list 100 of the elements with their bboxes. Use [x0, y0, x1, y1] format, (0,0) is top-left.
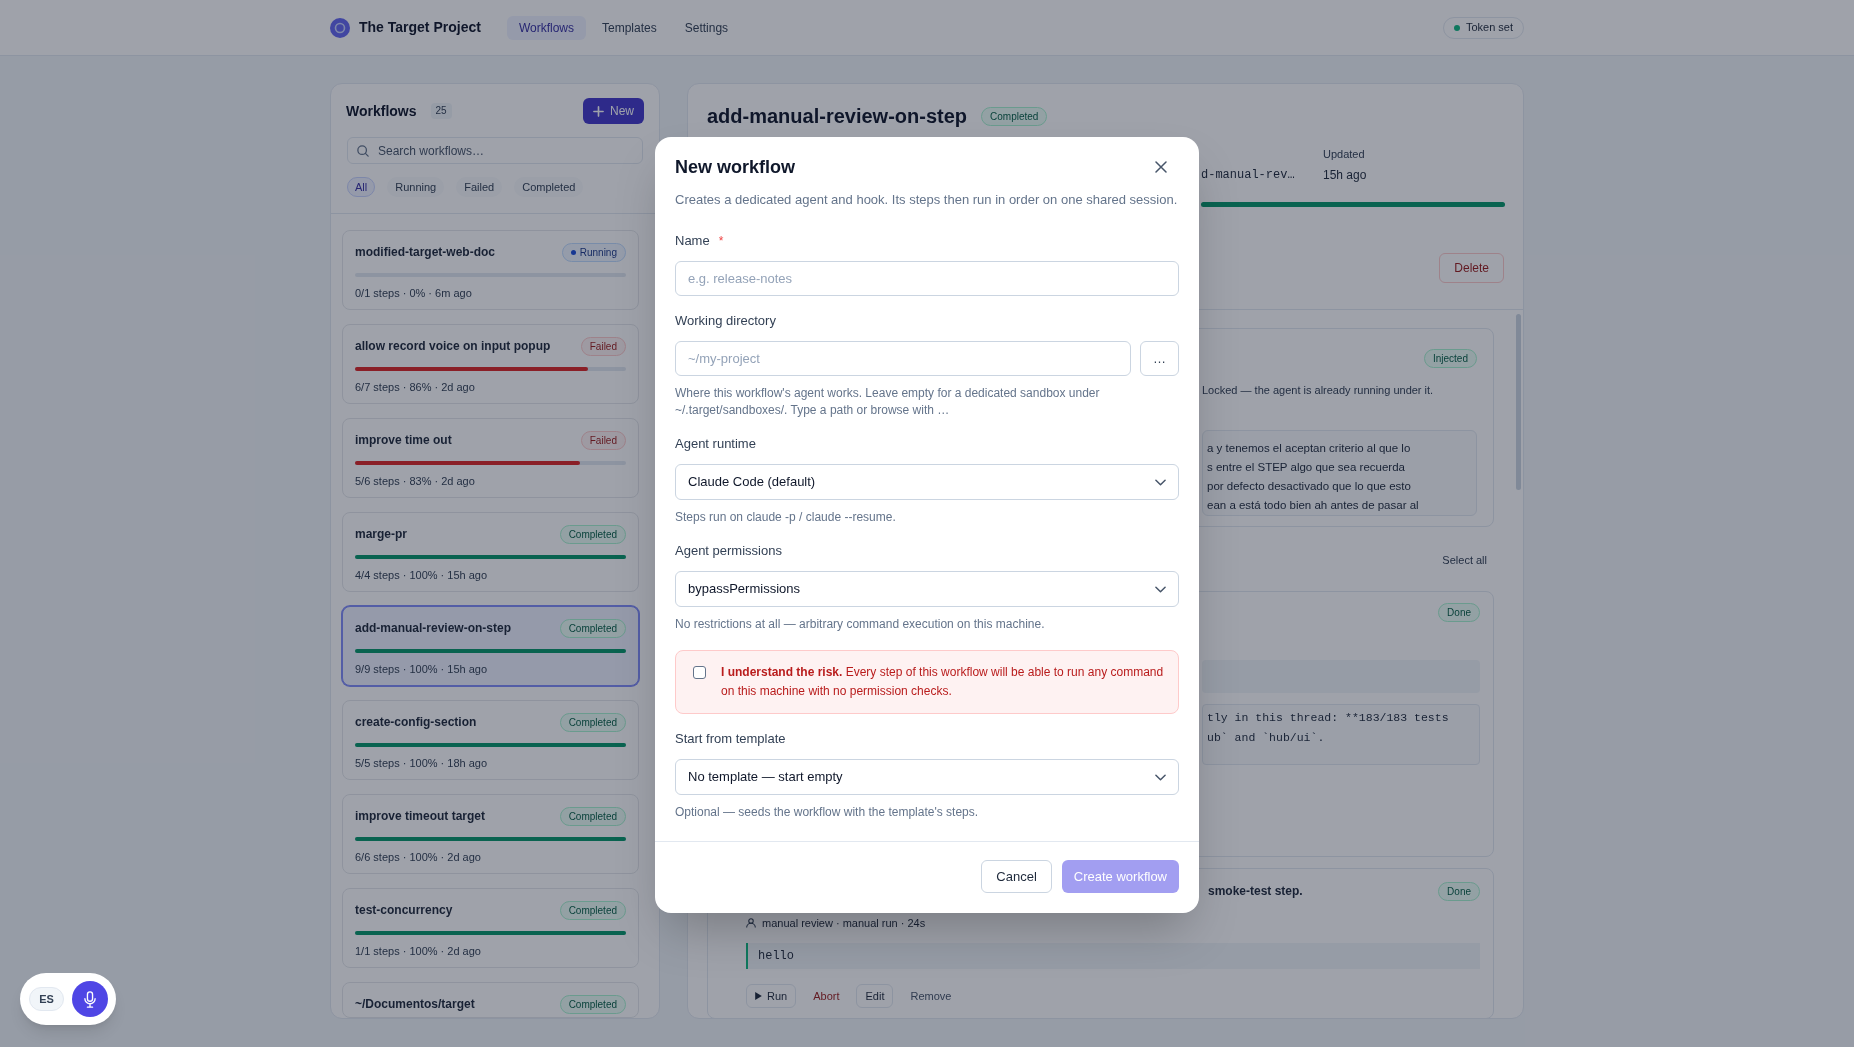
- person-icon: [746, 918, 756, 928]
- filter-chip[interactable]: Running: [387, 177, 445, 197]
- workflow-meta: 4/4 steps · 100% · 15h ago: [355, 568, 489, 582]
- status-badge: Completed: [559, 712, 626, 732]
- workflow-meta: 6/6 steps · 100% · 2d ago: [355, 850, 482, 864]
- status-badge: Failed: [580, 430, 626, 450]
- workflow-name: create-config-section: [355, 714, 477, 731]
- workflow-card[interactable]: add-manual-review-on-step Completed 9/9 steps · 100% · 15h ago: [342, 606, 639, 686]
- field-label: Agent runtime: [675, 436, 756, 452]
- chevron-down-icon: [1155, 585, 1166, 593]
- step-action-button[interactable]: Edit: [856, 984, 894, 1008]
- select-dropdown[interactable]: Claude Code (default): [675, 464, 1179, 500]
- play-icon: [755, 992, 762, 1000]
- select-all-link[interactable]: Select all: [1442, 552, 1487, 568]
- select-dropdown[interactable]: bypassPermissions: [675, 571, 1179, 607]
- help-text: Optional — seeds the workflow with the template's steps.: [675, 804, 980, 821]
- status-badge: Completed: [981, 106, 1048, 126]
- status-badge: Completed: [559, 994, 626, 1014]
- workflow-card[interactable]: ~/Documentos/target Completed: [342, 982, 639, 1018]
- workflow-card[interactable]: allow record voice on input popup Failed 6/7 steps · 86% · 2d ago: [342, 324, 639, 404]
- dialog-title: New workflow: [675, 156, 795, 179]
- checkbox[interactable]: [693, 666, 706, 679]
- help-text: Steps run on claude -p / claude --resume.: [675, 509, 897, 526]
- microphone-icon: [84, 990, 96, 1008]
- workflow-name: improve time out: [355, 432, 452, 449]
- status-badge: Done: [1438, 881, 1480, 901]
- status-badge: Failed: [580, 336, 626, 356]
- nav-tab[interactable]: Workflows: [506, 15, 586, 40]
- status-badge: Completed: [559, 806, 626, 826]
- workflow-name: test-concurrency: [355, 902, 453, 919]
- workflow-meta: 1/1 steps · 100% · 2d ago: [355, 944, 482, 958]
- stat-value: d-manual-rev…: [1201, 167, 1296, 184]
- workflow-name: improve timeout target: [355, 808, 486, 825]
- filter-chip[interactable]: Completed: [514, 177, 584, 197]
- workflow-name: marge-pr: [355, 526, 407, 543]
- workflow-meta: 6/7 steps · 86% · 2d ago: [355, 380, 476, 394]
- nav-tab[interactable]: Settings: [672, 15, 741, 40]
- output-block: tly in this thread: **183/183 tests ub` and `hub/ui`.: [1202, 704, 1480, 765]
- workflow-card[interactable]: modified-target-web-doc Running 0/1 steps · 0% · 6m ago: [342, 230, 639, 310]
- dialog-description: Creates a dedicated agent and hook. Its steps then run in order on one shared session.: [674, 191, 1179, 209]
- logo-icon: [330, 17, 350, 38]
- status-badge: Completed: [559, 524, 626, 544]
- language-toggle[interactable]: ES: [29, 987, 64, 1011]
- nav-tab[interactable]: Templates: [590, 15, 669, 40]
- filter-chip[interactable]: Failed: [456, 177, 503, 197]
- chevron-down-icon: [1155, 773, 1166, 781]
- field-label: Agent permissions: [675, 543, 782, 559]
- status-badge: Completed: [559, 900, 626, 920]
- search-field[interactable]: Search workflows…: [347, 137, 643, 164]
- select-dropdown[interactable]: No template — start empty: [675, 759, 1179, 795]
- step-action-button[interactable]: Abort: [804, 984, 849, 1008]
- panel-title: Workflows: [346, 101, 417, 121]
- microphone-button[interactable]: [72, 981, 108, 1017]
- stat-value: 15h ago: [1323, 167, 1368, 184]
- workflow-card[interactable]: create-config-section Completed 5/5 steps · 100% · 18h ago: [342, 700, 639, 780]
- workflow-title: add-manual-review-on-step: [707, 104, 968, 129]
- status-label: Running: [579, 245, 617, 260]
- step-action-button[interactable]: Run: [746, 984, 797, 1008]
- status-badge: Done: [1438, 602, 1480, 622]
- search-icon: [357, 145, 369, 157]
- workflow-meta: 0/1 steps · 0% · 6m ago: [355, 286, 473, 300]
- cancel-button[interactable]: Cancel: [981, 860, 1052, 893]
- workflow-card[interactable]: marge-pr Completed 4/4 steps · 100% · 15h ago: [342, 512, 639, 592]
- filter-chip[interactable]: All: [347, 177, 376, 197]
- status-badge: Injected: [1423, 348, 1477, 368]
- chevron-down-icon: [1155, 478, 1166, 486]
- help-text: No restrictions at all — arbitrary command execution on this machine.: [675, 616, 1046, 633]
- workflow-card[interactable]: improve time out Failed 5/6 steps · 83% · 2d ago: [342, 418, 639, 498]
- field-label: Working directory: [675, 313, 776, 329]
- step-action-button[interactable]: Remove: [901, 984, 961, 1008]
- new-workflow-button[interactable]: New: [583, 98, 644, 124]
- plus-icon: [593, 105, 604, 117]
- close-icon: [1155, 161, 1167, 173]
- workflow-card[interactable]: improve timeout target Completed 6/6 steps · 100% · 2d ago: [342, 794, 639, 874]
- text-input[interactable]: e.g. release-notes: [675, 261, 1179, 296]
- required-mark: *: [718, 233, 724, 249]
- field-label: Name: [675, 233, 710, 249]
- count-badge: 25: [430, 103, 452, 119]
- output-block: hello: [746, 943, 1480, 969]
- workflow-meta: 9/9 steps · 100% · 15h ago: [355, 662, 489, 676]
- step-meta: manual review · manual run · 24s: [762, 916, 926, 931]
- delete-button[interactable]: Delete: [1439, 253, 1504, 283]
- workflow-meta: 5/6 steps · 83% · 2d ago: [355, 474, 476, 488]
- path-input[interactable]: ~/my-project: [675, 341, 1131, 376]
- stat-label: Updated: [1323, 147, 1366, 162]
- workflow-name: allow record voice on input popup: [355, 338, 551, 355]
- step-title: smoke-test step.: [1208, 883, 1303, 900]
- app-title: The Target Project: [359, 18, 481, 37]
- field-label: Start from template: [675, 731, 786, 747]
- workflow-name: modified-target-web-doc: [355, 244, 495, 261]
- token-status: Token set: [1465, 20, 1513, 36]
- scrollbar[interactable]: [1516, 314, 1521, 490]
- browse-button[interactable]: …: [1140, 341, 1179, 376]
- workflow-card[interactable]: test-concurrency Completed 1/1 steps · 100% · 2d ago: [342, 888, 639, 968]
- lock-note: Locked — the agent is already running under it.: [1202, 383, 1435, 398]
- help-text: Where this workflow's agent works. Leave empty for a dedicated sandbox under ~/.target/sandboxes/. Type a path or browse with …: [675, 385, 1101, 419]
- workflow-name: add-manual-review-on-step: [355, 620, 512, 637]
- prompt-textarea[interactable]: a y tenemos el aceptan criterio al que lo s entre el STEP algo que sea recuerda por defecto desactivado que lo que esto ean a está todo bien ah antes de pasar al: [1202, 430, 1477, 516]
- status-badge: Completed: [559, 618, 626, 638]
- workflow-name: ~/Documentos/target: [355, 996, 475, 1013]
